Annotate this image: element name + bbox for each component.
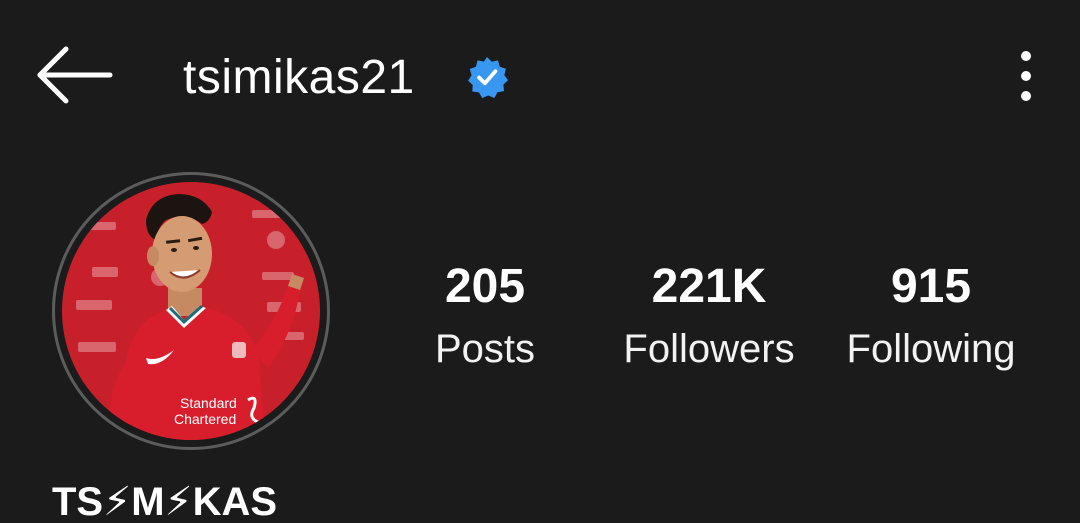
posts-count: 205 <box>444 260 526 313</box>
following-stat[interactable]: 915 Following <box>836 258 1026 374</box>
more-vertical-icon <box>1021 51 1031 101</box>
verified-badge-icon <box>466 56 508 98</box>
posts-stat[interactable]: 205 Posts <box>420 258 550 374</box>
followers-stat[interactable]: 221K Followers <box>606 258 812 374</box>
sponsor-text-line2: Chartered <box>174 411 236 427</box>
more-options-button[interactable] <box>1006 46 1046 106</box>
followers-label: Followers <box>623 327 795 371</box>
arrow-left-icon <box>37 46 113 104</box>
following-count: 915 <box>890 260 972 313</box>
posts-label: Posts <box>434 327 536 371</box>
profile-screen: tsimikas21 Standard Chartered 205 Posts … <box>0 0 1080 523</box>
following-label: Following <box>846 327 1016 371</box>
followers-count: 221K <box>651 260 767 313</box>
sponsor-text-line1: Standard <box>180 395 237 411</box>
profile-picture[interactable]: Standard Chartered <box>62 182 320 440</box>
profile-username: tsimikas21 <box>183 51 415 104</box>
back-button[interactable] <box>32 42 116 108</box>
avatar-ring[interactable]: Standard Chartered <box>52 172 330 450</box>
profile-display-name: TS⚡M⚡KAS <box>52 480 278 523</box>
